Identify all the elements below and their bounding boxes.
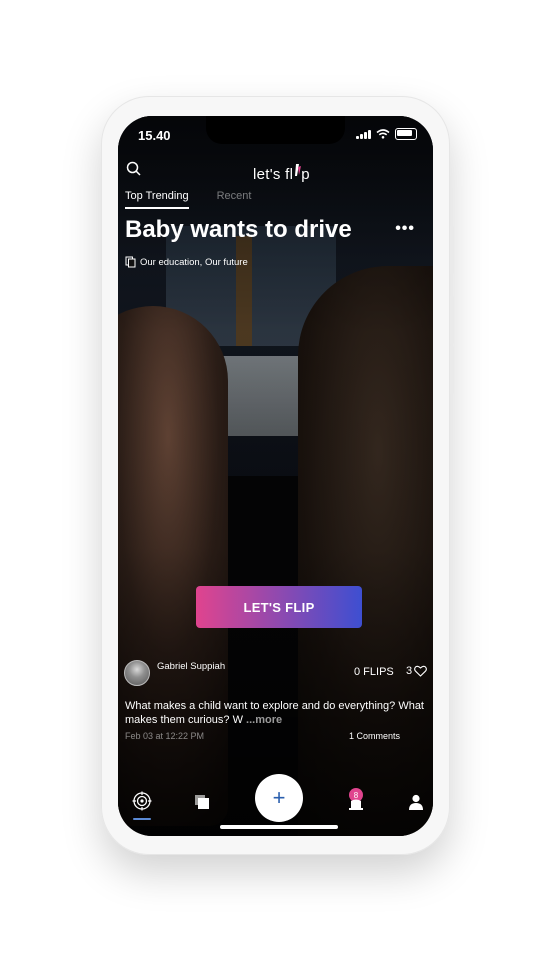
add-button[interactable]: + xyxy=(255,774,303,822)
bottom-nav: + 8 xyxy=(118,756,433,836)
search-icon[interactable] xyxy=(125,160,143,178)
author-name[interactable]: Gabriel Suppiah xyxy=(157,661,225,672)
tab-top-trending[interactable]: Top Trending xyxy=(125,190,189,209)
collections-icon xyxy=(195,795,209,809)
comments-link[interactable]: 1 Comments xyxy=(349,731,400,741)
logo-text: let's fl p xyxy=(253,163,310,183)
copy-icon xyxy=(125,256,136,268)
signal-icon xyxy=(356,129,371,139)
flips-count: 0 FLIPS xyxy=(354,666,394,678)
side-button xyxy=(450,296,454,344)
tab-recent[interactable]: Recent xyxy=(217,190,252,209)
heart-icon xyxy=(414,665,428,677)
post-date: Feb 03 at 12:22 PM xyxy=(125,731,205,741)
nav-collections[interactable] xyxy=(194,794,210,810)
likes-count: 3 xyxy=(406,665,413,677)
battery-icon xyxy=(395,128,417,140)
status-icons xyxy=(356,128,417,140)
explore-icon xyxy=(132,791,152,811)
nav-notifications[interactable]: 8 xyxy=(346,788,366,812)
side-button xyxy=(450,346,454,394)
category-label: Our education, Our future xyxy=(140,256,248,268)
app-screen: 15.40 let's fl p Top Trending Recent Baby… xyxy=(118,116,433,836)
home-indicator[interactable] xyxy=(220,825,338,829)
avatar[interactable] xyxy=(124,660,150,686)
lets-flip-button[interactable]: LET'S FLIP xyxy=(196,586,362,628)
status-time: 15.40 xyxy=(138,128,171,143)
read-more-link[interactable]: ...more xyxy=(246,714,282,726)
wifi-icon xyxy=(376,129,390,139)
side-button xyxy=(450,226,454,274)
app-logo: let's fl p xyxy=(253,154,329,184)
post-title: Baby wants to drive xyxy=(125,216,352,243)
profile-icon xyxy=(409,794,423,810)
more-options-button[interactable]: ••• xyxy=(395,220,415,238)
nav-profile[interactable] xyxy=(408,794,424,810)
notification-badge: 8 xyxy=(354,791,359,800)
post-description: What makes a child want to explore and d… xyxy=(125,699,425,727)
post-category[interactable]: Our education, Our future xyxy=(125,256,248,268)
like-button[interactable]: 3 xyxy=(406,665,428,677)
feed-tabs: Top Trending Recent xyxy=(125,190,251,209)
notifications-icon: 8 xyxy=(349,788,363,810)
nav-active-indicator xyxy=(133,818,151,820)
notch xyxy=(206,116,345,144)
nav-explore[interactable] xyxy=(132,791,152,811)
